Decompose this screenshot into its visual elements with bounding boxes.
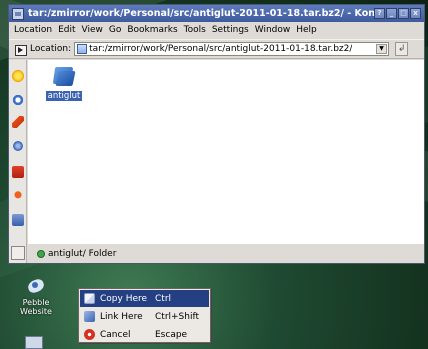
network-icon[interactable]	[12, 140, 24, 152]
history-clock-icon[interactable]	[12, 94, 24, 106]
app-menu-icon[interactable]	[12, 7, 24, 20]
konqueror-window: tar:/zmirror/work/Personal/src/antiglut-…	[8, 4, 425, 264]
status-text: antiglut/ Folder	[48, 248, 117, 259]
link-here-label: Link Here	[100, 311, 143, 322]
root-folder-icon[interactable]	[12, 190, 24, 202]
menu-item-copy-here[interactable]: Copy Here Ctrl	[80, 290, 209, 307]
desktop-icon-partial[interactable]	[25, 336, 43, 349]
drop-context-menu: Copy Here Ctrl Link Here Ctrl+Shift Canc…	[78, 288, 211, 343]
location-input[interactable]: tar:/zmirror/work/Personal/src/antiglut-…	[74, 42, 390, 56]
menu-settings[interactable]: Settings	[209, 25, 252, 35]
go-button[interactable]: ↲	[395, 42, 409, 56]
window-controls: ? _ □ x	[374, 8, 421, 19]
help-button[interactable]: ?	[374, 8, 385, 19]
menu-go[interactable]: Go	[106, 25, 124, 35]
folder-item[interactable]: antiglut	[42, 67, 86, 101]
cancel-icon	[84, 329, 95, 340]
home-icon[interactable]	[12, 116, 24, 128]
bookmarks-star-icon[interactable]	[12, 70, 24, 82]
folder-name: antiglut	[45, 91, 83, 101]
chevron-down-icon[interactable]: ▼	[376, 44, 388, 54]
menu-edit[interactable]: Edit	[55, 25, 78, 35]
link-here-shortcut: Ctrl+Shift	[155, 311, 200, 322]
menu-location[interactable]: Location	[11, 25, 55, 35]
menu-bar: Location Edit View Go Bookmarks Tools Se…	[9, 22, 424, 38]
archive-file-icon	[77, 44, 88, 54]
location-label: Location:	[30, 44, 72, 54]
sidebar-config-button[interactable]	[11, 246, 25, 260]
menu-item-cancel[interactable]: Cancel Escape	[80, 326, 209, 343]
menu-help[interactable]: Help	[293, 25, 320, 35]
cancel-label: Cancel	[100, 329, 131, 340]
minimize-button[interactable]: _	[386, 8, 397, 19]
menu-view[interactable]: View	[79, 25, 106, 35]
media-icon[interactable]	[12, 214, 24, 226]
menu-window[interactable]: Window	[252, 25, 294, 35]
navigation-sidebar	[9, 60, 27, 263]
desktop-icon-pebble-website[interactable]: Pebble Website	[16, 276, 56, 316]
location-toolbar: Location: tar:/zmirror/work/Personal/src…	[9, 39, 424, 59]
menu-item-link-here[interactable]: Link Here Ctrl+Shift	[80, 308, 209, 325]
pebble-website-icon	[26, 276, 46, 296]
services-icon[interactable]	[12, 166, 24, 178]
folder-icon	[53, 67, 75, 87]
menu-bookmarks[interactable]: Bookmarks	[124, 25, 180, 35]
desktop-icon-label-line2: Website	[20, 307, 52, 316]
title-bar[interactable]: tar:/zmirror/work/Personal/src/antiglut-…	[9, 5, 424, 22]
close-button[interactable]: x	[410, 8, 421, 19]
window-title: tar:/zmirror/work/Personal/src/antiglut-…	[28, 8, 374, 19]
location-value[interactable]: tar:/zmirror/work/Personal/src/antiglut-…	[89, 44, 352, 54]
status-bar: antiglut/ Folder	[28, 245, 424, 262]
status-led-icon	[37, 249, 45, 258]
copy-icon	[84, 293, 95, 304]
desktop-icon-label-line1: Pebble	[22, 298, 50, 307]
maximize-button[interactable]: □	[398, 8, 409, 19]
link-icon	[84, 311, 95, 322]
menu-tools[interactable]: Tools	[181, 25, 209, 35]
copy-here-shortcut: Ctrl	[155, 293, 172, 304]
copy-here-label: Copy Here	[100, 293, 148, 304]
file-view[interactable]: antiglut	[28, 60, 424, 244]
clear-location-icon[interactable]	[15, 44, 27, 56]
cancel-shortcut: Escape	[155, 329, 188, 340]
